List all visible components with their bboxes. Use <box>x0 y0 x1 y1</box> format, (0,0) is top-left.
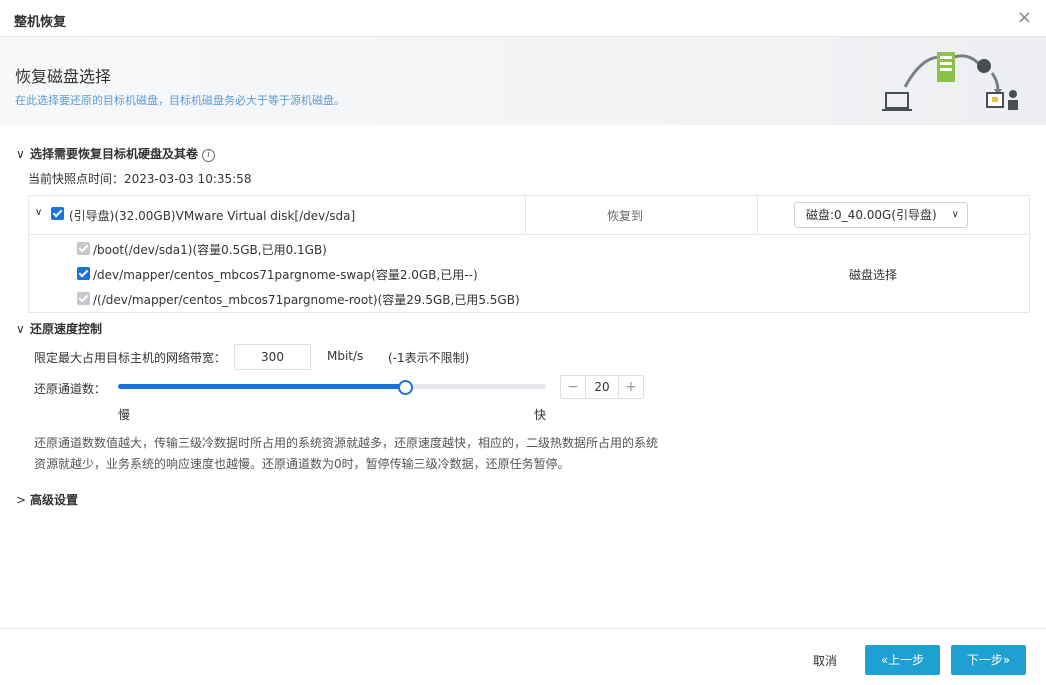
prev-button[interactable]: «上一步 <box>865 645 940 675</box>
channels-label: 还原通道数： <box>34 382 107 396</box>
disk-checkbox[interactable] <box>51 207 64 220</box>
advanced-section-header[interactable]: > 高级设置 <box>16 491 78 508</box>
disk-section-title: 选择需要恢复目标机硬盘及其卷 <box>30 147 199 161</box>
disk-label: (引导盘)(32.00GB)VMware Virtual disk[/dev/s… <box>69 209 356 223</box>
footer-divider <box>0 628 1046 629</box>
fast-label: 快 <box>534 408 547 422</box>
slider-fill <box>118 384 405 389</box>
speed-section-header[interactable]: ∨ 还原速度控制 <box>16 320 102 337</box>
volume-label: /boot(/dev/sda1)(容量0.5GB,已用0.1GB) <box>93 243 327 257</box>
divider <box>525 196 526 234</box>
volume-checkbox[interactable] <box>77 267 90 280</box>
disk-row: ∨ (引导盘)(32.00GB)VMware Virtual disk[/dev… <box>29 196 1029 235</box>
step-header: 恢复磁盘选择 在此选择要还原的目标机磁盘，目标机磁盘务必大于等于源机磁盘。 <box>0 37 1046 125</box>
disk-table: ∨ (引导盘)(32.00GB)VMware Virtual disk[/dev… <box>28 195 1030 313</box>
volume-row: /boot(/dev/sda1)(容量0.5GB,已用0.1GB) <box>77 241 327 258</box>
volume-checkbox <box>77 292 90 305</box>
step-title: 恢复磁盘选择 <box>15 67 112 86</box>
dialog-title-bar: 整机恢复 × <box>0 0 1046 37</box>
dialog-title: 整机恢复 <box>14 15 67 30</box>
chevron-down-icon: ∨ <box>16 147 25 161</box>
close-icon[interactable]: × <box>1017 7 1032 28</box>
disk-section-header[interactable]: ∨ 选择需要恢复目标机硬盘及其卷 i <box>16 145 216 162</box>
next-button[interactable]: 下一步» <box>951 645 1026 675</box>
step-description: 在此选择要还原的目标机磁盘，目标机磁盘务必大于等于源机磁盘。 <box>15 94 345 107</box>
cancel-button[interactable]: 取消 <box>813 652 837 669</box>
slider-thumb[interactable] <box>398 380 413 395</box>
volume-label: /dev/mapper/centos_mbcos71pargnome-swap(… <box>93 268 478 282</box>
chevron-down-icon[interactable]: ∨ <box>35 207 42 218</box>
chevron-down-icon: ∨ <box>951 209 959 220</box>
bandwidth-input[interactable] <box>234 344 311 370</box>
channels-value[interactable]: 20 <box>586 376 618 398</box>
target-disk-select[interactable]: 磁盘:0_40.00G(引导盘) ∨ <box>794 202 968 228</box>
restore-illustration <box>882 52 1018 111</box>
bandwidth-hint: (-1表示不限制) <box>388 351 470 365</box>
info-icon[interactable]: i <box>202 149 216 162</box>
restore-to-label: 恢复到 <box>607 209 644 223</box>
disk-select-label: 磁盘选择 <box>849 268 898 282</box>
speed-section-title: 还原速度控制 <box>30 322 103 336</box>
decrement-button[interactable]: − <box>561 376 586 398</box>
bandwidth-unit: Mbit/s <box>327 349 364 363</box>
slow-label: 慢 <box>118 408 131 422</box>
target-disk-value: 磁盘:0_40.00G(引导盘) <box>806 208 937 222</box>
chevron-down-icon: ∨ <box>16 322 25 336</box>
volume-row: /dev/mapper/centos_mbcos71pargnome-swap(… <box>77 266 478 283</box>
chevron-right-icon: > <box>16 493 27 507</box>
bandwidth-label: 限定最大占用目标主机的网络带宽： <box>34 351 227 365</box>
explanation-line: 资源就越少，业务系统的响应速度也越慢。还原通道数为0时，暂停传输三级冷数据，还原… <box>34 457 570 471</box>
volume-checkbox <box>77 242 90 255</box>
channels-slider[interactable] <box>118 380 546 395</box>
explanation-line: 还原通道数数值越大，传输三级冷数据时所占用的系统资源就越多，还原速度越快，相应的… <box>34 436 659 450</box>
advanced-section-title: 高级设置 <box>30 493 79 507</box>
divider <box>757 196 758 234</box>
volume-label: /(/dev/mapper/centos_mbcos71pargnome-roo… <box>93 293 520 307</box>
volume-row: /(/dev/mapper/centos_mbcos71pargnome-roo… <box>77 291 520 308</box>
channels-stepper: − 20 + <box>560 375 644 399</box>
increment-button[interactable]: + <box>618 376 643 398</box>
snapshot-time: 当前快照点时间：2023-03-03 10:35:58 <box>28 172 252 186</box>
